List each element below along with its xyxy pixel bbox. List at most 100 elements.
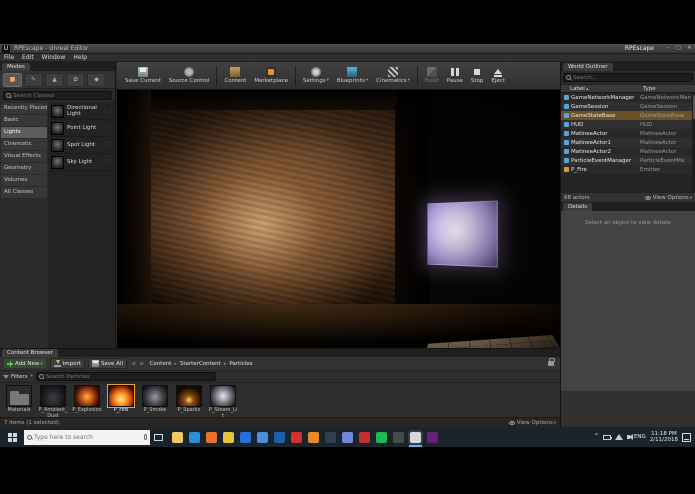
paint-mode-icon[interactable]	[24, 72, 43, 87]
column-header-type[interactable]: Type	[643, 86, 695, 92]
taskbar-app-store[interactable]	[240, 431, 251, 443]
asset-tile[interactable]: P_Fire	[106, 384, 136, 414]
taskbar-app-youtube[interactable]	[291, 431, 302, 443]
language-indicator[interactable]: ENG	[634, 434, 646, 440]
title-bar[interactable]: U RPEscape - Unreal Editor RPEscape	[0, 44, 695, 54]
taskbar-app-vlc[interactable]	[308, 431, 319, 443]
place-mode-icon[interactable]	[3, 72, 22, 87]
outliner-row[interactable]: GameStateBase GameStateBase	[561, 111, 692, 120]
microphone-icon[interactable]	[144, 434, 147, 440]
asset-search-input[interactable]	[45, 372, 213, 381]
battery-icon[interactable]	[602, 434, 612, 440]
source-control-button[interactable]: Source Control	[165, 63, 214, 89]
outliner-row[interactable]: MatineeActor MatineeActor	[561, 129, 692, 138]
eject-button[interactable]: Eject	[487, 63, 509, 89]
breadcrumb-startercontent[interactable]: StarterContent	[179, 361, 222, 367]
list-item-directional-light[interactable]: Directional Light	[49, 103, 114, 120]
back-icon[interactable]	[130, 361, 136, 367]
close-icon[interactable]	[684, 44, 695, 53]
outliner-row[interactable]: GameSession GameSession	[561, 102, 692, 111]
list-item-point-light[interactable]: Point Light	[49, 120, 114, 137]
content-button[interactable]: Content	[220, 63, 250, 89]
category-cinematic[interactable]: Cinematic	[1, 139, 47, 150]
filters-button[interactable]: Filters	[3, 374, 33, 380]
category-volumes[interactable]: Volumes	[1, 175, 47, 186]
marketplace-button[interactable]: Marketplace	[250, 63, 292, 89]
viewport-3d[interactable]	[117, 90, 560, 348]
task-view-button[interactable]	[150, 427, 166, 447]
foliage-mode-icon[interactable]	[66, 72, 85, 87]
asset-tile[interactable]: P_Sparks	[174, 385, 204, 414]
category-lights[interactable]: Lights	[1, 127, 47, 138]
outliner-row[interactable]: MatineeActor2 MatineeActor	[561, 147, 692, 156]
taskbar-app-firefox[interactable]	[206, 431, 217, 443]
outliner-search-input[interactable]	[573, 73, 690, 82]
menu-file[interactable]: File	[0, 54, 18, 62]
taskbar-app-unreal-editor[interactable]	[409, 431, 422, 447]
modes-search-input[interactable]	[13, 91, 109, 100]
stop-button[interactable]: Stop	[467, 63, 488, 89]
category-basic[interactable]: Basic	[1, 115, 47, 126]
asset-tile[interactable]: P_Steam_Lit	[208, 385, 238, 419]
outliner-row[interactable]: GameNetworkManager GameNetworkMan	[561, 93, 692, 102]
lock-icon[interactable]	[548, 358, 555, 366]
taskbar-app-epic-launcher[interactable]	[393, 431, 404, 443]
pause-button[interactable]: Pause	[443, 63, 467, 89]
taskbar-search-input[interactable]	[34, 433, 142, 441]
tab-modes[interactable]: Modes	[2, 63, 30, 71]
taskbar-app-file-explorer[interactable]	[172, 431, 183, 443]
breadcrumb-content[interactable]: Content	[148, 361, 172, 367]
taskbar-clock[interactable]: 11:18 PM 2/11/2018	[650, 431, 678, 444]
cb-view-options-button[interactable]: View Options	[508, 420, 556, 426]
taskbar-app-edge[interactable]	[189, 431, 200, 443]
taskbar-app-visual-studio[interactable]	[427, 431, 438, 443]
taskbar-app-spotify[interactable]	[376, 431, 387, 443]
add-new-button[interactable]: Add New	[3, 358, 47, 369]
menu-window[interactable]: Window	[38, 54, 70, 62]
taskbar-app-chrome[interactable]	[223, 431, 234, 443]
outliner-row[interactable]: ParticleEventManager ParticleEventMa	[561, 156, 692, 165]
landscape-mode-icon[interactable]	[45, 72, 64, 87]
asset-tile[interactable]: P_Ambient_Dust	[38, 385, 68, 419]
import-button[interactable]: Import	[49, 358, 85, 369]
taskbar-app-adobe[interactable]	[359, 431, 370, 443]
outliner-row[interactable]: HUD HUD	[561, 120, 692, 129]
tab-world-outliner[interactable]: World Outliner	[563, 63, 613, 71]
tab-details[interactable]: Details	[563, 203, 593, 211]
taskbar-search[interactable]	[24, 429, 150, 445]
blueprints-button[interactable]: Blueprints	[333, 63, 372, 89]
settings-button[interactable]: Settings	[299, 63, 333, 89]
asset-tile[interactable]: Materials	[4, 385, 34, 414]
taskbar-app-steam[interactable]	[325, 431, 336, 443]
column-header-label[interactable]: Label	[561, 86, 643, 92]
category-recently-placed[interactable]: Recently Placed	[1, 103, 47, 114]
list-item-sky-light[interactable]: Sky Light	[49, 154, 114, 171]
menu-edit[interactable]: Edit	[18, 54, 38, 62]
taskbar-app-photos[interactable]	[274, 431, 285, 443]
menu-help[interactable]: Help	[69, 54, 91, 62]
volume-icon[interactable]	[626, 433, 633, 440]
taskbar-app-mail[interactable]	[257, 431, 268, 443]
save-current-button[interactable]: Save Current	[121, 63, 165, 89]
forward-icon[interactable]	[139, 361, 145, 367]
tray-expand-icon[interactable]	[594, 434, 599, 440]
outliner-row[interactable]: P_Fire Emitter	[561, 165, 692, 174]
breadcrumb-particles[interactable]: Particles	[228, 361, 253, 367]
category-all-classes[interactable]: All Classes	[1, 187, 47, 198]
list-item-spot-light[interactable]: Spot Light	[49, 137, 114, 154]
asset-tile[interactable]: P_Explosion	[72, 385, 102, 414]
build-button[interactable]: Build	[421, 63, 443, 89]
category-visual-effects[interactable]: Visual Effects	[1, 151, 47, 162]
save-all-button[interactable]: Save All	[87, 358, 128, 369]
cinematics-button[interactable]: Cinematics	[372, 63, 414, 89]
outliner-view-options-button[interactable]: View Options	[644, 195, 692, 201]
tab-content-browser[interactable]: Content Browser	[2, 349, 58, 357]
outliner-row[interactable]: MatineeActor1 MatineeActor	[561, 138, 692, 147]
asset-tile[interactable]: P_Smoke	[140, 385, 170, 414]
action-center-icon[interactable]	[682, 432, 691, 442]
start-button[interactable]	[0, 427, 24, 447]
category-geometry[interactable]: Geometry	[1, 163, 47, 174]
geometry-mode-icon[interactable]	[87, 72, 106, 87]
minimize-icon[interactable]	[662, 44, 673, 53]
taskbar-app-discord[interactable]	[342, 431, 353, 443]
